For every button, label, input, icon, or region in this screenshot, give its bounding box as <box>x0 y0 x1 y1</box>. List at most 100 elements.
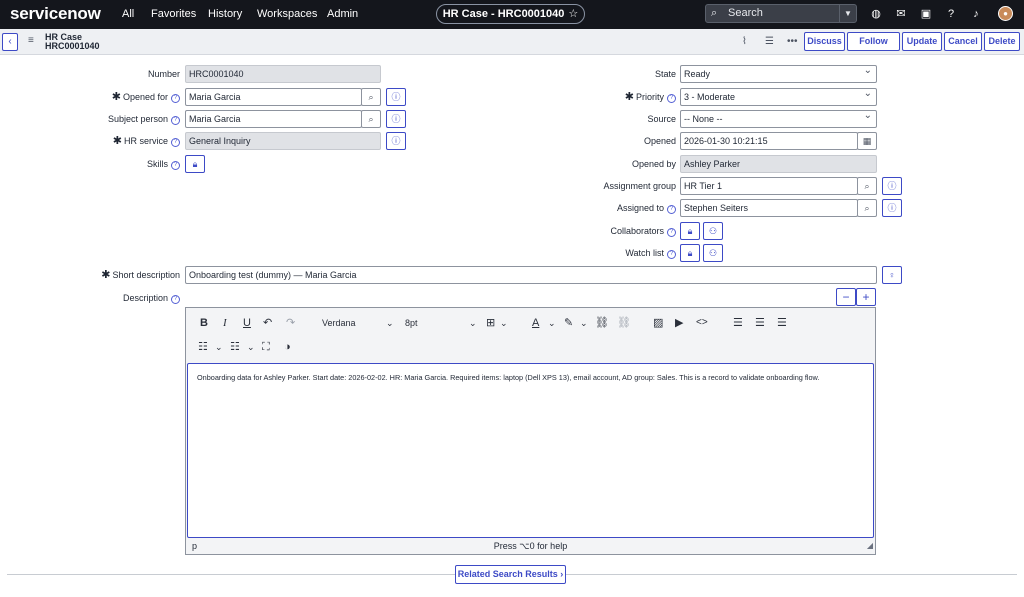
source-select[interactable]: -- None -- <box>680 110 877 128</box>
bullet-list-icon[interactable]: ☷ <box>198 340 208 354</box>
bell-icon[interactable]: ♪ <box>969 7 983 21</box>
collaborators-add-me-icon[interactable]: ⚇ <box>703 222 723 240</box>
insert-video-icon[interactable]: ▶ <box>675 316 683 330</box>
nav-admin[interactable]: Admin <box>327 8 358 20</box>
assignment-group-lookup-icon[interactable]: ⌕ <box>857 177 877 195</box>
help-icon[interactable]: ? <box>667 205 676 214</box>
assignment-group-info-icon[interactable]: ⓘ <box>882 177 902 195</box>
global-search-input[interactable]: ⌕ Search ▼ <box>705 4 857 23</box>
expand-editor-button[interactable]: + <box>856 288 876 306</box>
text-color-icon[interactable]: A <box>532 316 539 330</box>
link-icon[interactable]: ⛓ <box>595 316 609 330</box>
font-family-dropdown[interactable]: Verdana <box>322 316 356 330</box>
redo-icon[interactable]: ↷ <box>286 316 295 330</box>
search-scope-dropdown[interactable]: ▼ <box>839 5 856 22</box>
help-icon[interactable]: ? <box>667 94 676 103</box>
help-icon[interactable]: ? <box>171 295 180 304</box>
back-button[interactable]: ‹ <box>2 33 18 51</box>
help-icon[interactable]: ? <box>944 7 958 21</box>
subject-person-lookup-icon[interactable]: ⌕ <box>361 110 381 128</box>
rich-text-editor: B I U ↶ ↷ Verdana ⌄ 8pt ⌄ ⊞ ⌄ A ⌄ ✎ ⌄ ⛓ … <box>185 307 876 555</box>
hr-service-info-icon[interactable]: ⓘ <box>386 132 406 150</box>
text-color-chevron-icon[interactable]: ⌄ <box>548 316 556 330</box>
font-size-chevron-icon[interactable]: ⌄ <box>469 316 477 330</box>
help-icon[interactable]: ? <box>171 138 180 147</box>
short-description-field[interactable]: Onboarding test (dummy) — Maria Garcia <box>185 266 877 284</box>
table-chevron-icon[interactable]: ⌄ <box>500 316 508 330</box>
numbered-list-icon[interactable]: ☷ <box>230 340 240 354</box>
table-icon[interactable]: ⊞ <box>486 316 495 330</box>
update-button[interactable]: Update <box>902 32 942 51</box>
assigned-to-field[interactable]: Stephen Seiters <box>680 199 858 217</box>
suggestion-lightbulb-icon[interactable]: ♀ <box>882 266 902 284</box>
search-icon: ⌕ <box>711 7 718 19</box>
paperclip-icon[interactable]: ⌇ <box>742 36 747 47</box>
number-label: Number <box>147 69 180 79</box>
related-search-results-button[interactable]: Related Search Results › <box>455 565 566 584</box>
bold-icon[interactable]: B <box>200 316 208 330</box>
hamburger-menu-icon[interactable]: ≡ <box>28 35 34 46</box>
assignment-group-field[interactable]: HR Tier 1 <box>680 177 858 195</box>
help-icon[interactable]: ? <box>667 250 676 259</box>
priority-select[interactable]: 3 - Moderate <box>680 88 877 106</box>
scratchpad-icon[interactable]: ▣ <box>919 7 933 21</box>
subject-person-field[interactable]: Maria Garcia <box>185 110 362 128</box>
watch-list-lock-icon[interactable]: 🔒︎ <box>680 244 700 262</box>
collaborators-lock-icon[interactable]: 🔒︎ <box>680 222 700 240</box>
state-select[interactable]: Ready <box>680 65 877 83</box>
help-icon[interactable]: ? <box>171 94 180 103</box>
help-icon[interactable]: ? <box>171 161 180 170</box>
font-family-chevron-icon[interactable]: ⌄ <box>386 316 394 330</box>
state-label: State <box>654 69 676 79</box>
nav-workspaces[interactable]: Workspaces <box>257 8 317 20</box>
delete-button[interactable]: Delete <box>984 32 1020 51</box>
align-left-icon[interactable]: ☰ <box>733 316 743 330</box>
subject-person-info-icon[interactable]: ⓘ <box>386 110 406 128</box>
nav-favorites[interactable]: Favorites <box>151 8 196 20</box>
help-icon[interactable]: ? <box>667 228 676 237</box>
priority-label: ✱ Priority? <box>556 88 676 106</box>
unlink-icon[interactable]: ⛓ <box>617 316 631 330</box>
opened-for-field[interactable]: Maria Garcia <box>185 88 362 106</box>
underline-icon[interactable]: U <box>243 316 251 330</box>
opened-for-info-icon[interactable]: ⓘ <box>386 88 406 106</box>
avatar[interactable]: ● <box>998 6 1013 21</box>
follow-button[interactable]: Follow <box>847 32 900 51</box>
source-code-icon[interactable]: <> <box>696 316 708 330</box>
form-header: ‹ ≡ HR Case HRC0001040 ⌇ ☰ ••• Discuss F… <box>0 29 1024 55</box>
align-center-icon[interactable]: ☰ <box>755 316 765 330</box>
more-options-icon[interactable]: ••• <box>787 36 798 47</box>
numbered-list-chevron-icon[interactable]: ⌄ <box>247 340 255 354</box>
editor-body[interactable]: Onboarding data for Ashley Parker. Start… <box>187 363 874 538</box>
align-right-icon[interactable]: ☰ <box>777 316 787 330</box>
star-icon[interactable]: ☆ <box>568 8 578 20</box>
bullet-list-chevron-icon[interactable]: ⌄ <box>215 340 223 354</box>
nav-history[interactable]: History <box>208 8 242 20</box>
assigned-to-info-icon[interactable]: ⓘ <box>882 199 902 217</box>
nav-all[interactable]: All <box>122 8 134 20</box>
italic-icon[interactable]: I <box>223 316 227 330</box>
cancel-button[interactable]: Cancel <box>944 32 982 51</box>
watch-list-add-me-icon[interactable]: ⚇ <box>703 244 723 262</box>
highlight-chevron-icon[interactable]: ⌄ <box>580 316 588 330</box>
resize-grip-icon[interactable]: ◢ <box>867 538 873 554</box>
highlight-color-icon[interactable]: ✎ <box>564 316 573 330</box>
fullscreen-icon[interactable]: ⛶ <box>262 340 270 354</box>
personalize-form-icon[interactable]: ☰ <box>765 36 774 47</box>
skills-lock-icon[interactable]: 🔒︎ <box>185 155 205 173</box>
undo-icon[interactable]: ↶ <box>263 316 272 330</box>
servicenow-logo[interactable]: servicenow <box>10 4 101 24</box>
font-size-dropdown[interactable]: 8pt <box>405 316 418 330</box>
contrast-icon[interactable]: ◑ <box>284 340 291 354</box>
context-title-pill[interactable]: HR Case - HRC0001040 ☆ <box>436 4 585 24</box>
collapse-editor-button[interactable]: − <box>836 288 856 306</box>
discuss-button[interactable]: Discuss <box>804 32 845 51</box>
opened-field[interactable]: 2026-01-30 10:21:15 <box>680 132 858 150</box>
chat-icon[interactable]: ✉ <box>894 7 908 21</box>
opened-for-lookup-icon[interactable]: ⌕ <box>361 88 381 106</box>
insert-image-icon[interactable]: ▨ <box>653 316 663 330</box>
assigned-to-lookup-icon[interactable]: ⌕ <box>857 199 877 217</box>
calendar-icon[interactable]: ▦ <box>857 132 877 150</box>
help-icon[interactable]: ? <box>171 116 180 125</box>
globe-icon[interactable]: ◍ <box>869 7 883 21</box>
